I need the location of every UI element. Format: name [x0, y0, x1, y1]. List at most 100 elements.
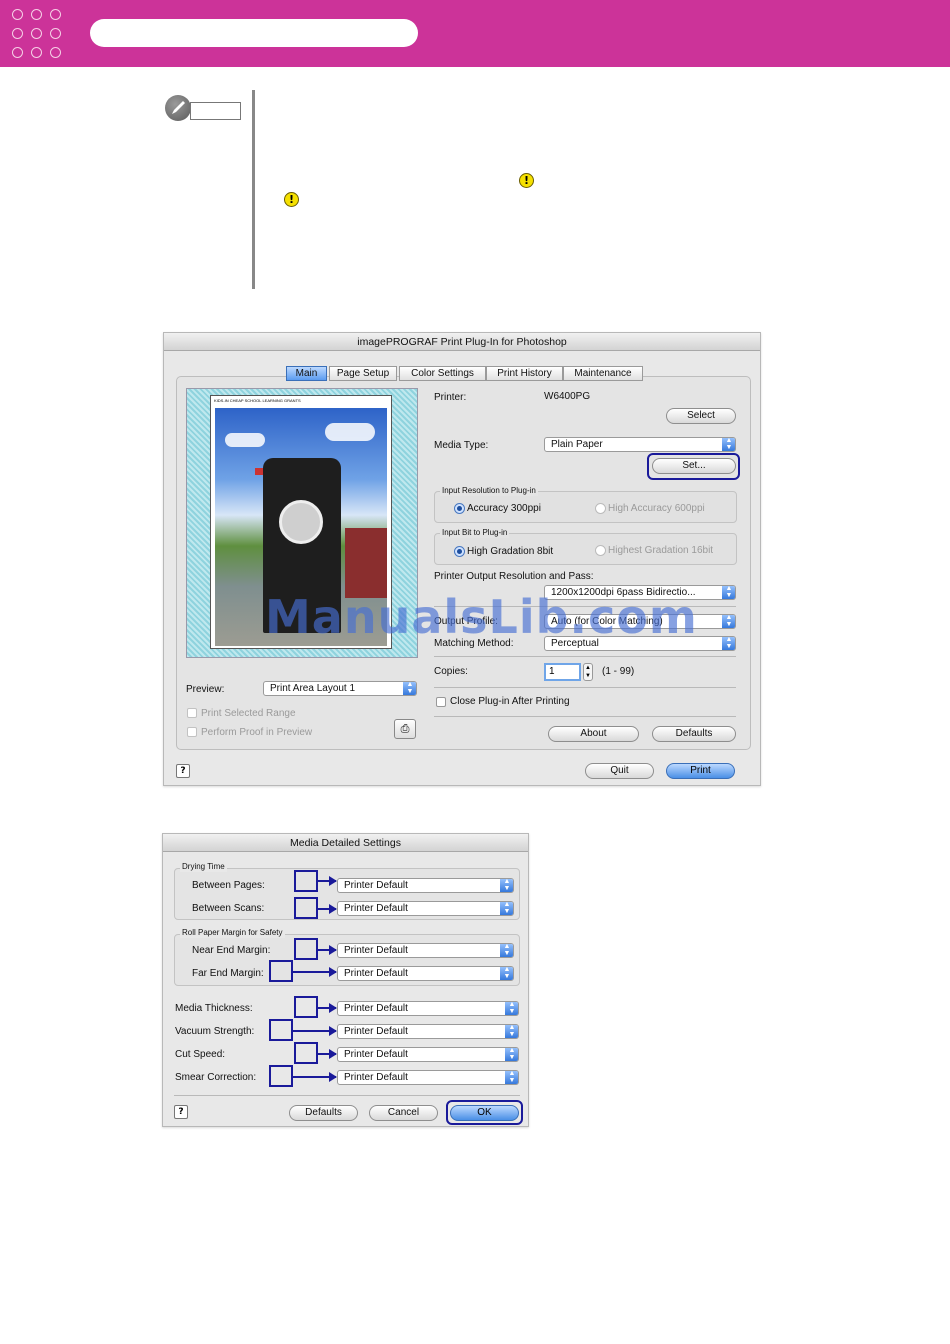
help-icon[interactable]: ?	[176, 764, 190, 778]
warning-icon: !	[519, 173, 534, 188]
media-thickness-value: Printer Default	[344, 1003, 408, 1014]
decor-circle-icon	[31, 9, 42, 20]
between-pages-label: Between Pages:	[192, 880, 265, 891]
callout-arrow-icon	[318, 904, 337, 914]
input-resolution-legend: Input Resolution to Plug-in	[440, 486, 538, 496]
decor-circle-icon	[31, 47, 42, 58]
updown-arrows-icon: ▲ ▼	[722, 586, 735, 599]
far-end-margin-label: Far End Margin:	[192, 968, 264, 979]
callout-arrow-icon	[293, 1072, 337, 1082]
separator	[434, 716, 736, 717]
callout-arrow-icon	[318, 1003, 337, 1013]
help-icon[interactable]: ?	[174, 1105, 188, 1119]
preview-select[interactable]: Print Area Layout 1 ▲ ▼	[263, 681, 417, 696]
note-rule	[252, 90, 255, 289]
tab-maintenance[interactable]: Maintenance	[563, 366, 643, 381]
drying-time-legend: Drying Time	[180, 862, 227, 872]
set-button-highlight	[647, 453, 740, 480]
decor-circle-icon	[50, 47, 61, 58]
print-selected-range-checkbox[interactable]	[187, 708, 197, 718]
pencil-note-icon	[165, 95, 191, 121]
accuracy-600-radio[interactable]	[595, 503, 606, 514]
print-button[interactable]: Print	[666, 763, 735, 779]
between-pages-value: Printer Default	[344, 880, 408, 891]
between-pages-select[interactable]: Printer Default ▲ ▼	[337, 878, 514, 893]
close-plugin-checkbox[interactable]	[436, 697, 446, 707]
updown-arrows-icon: ▲ ▼	[505, 1025, 518, 1038]
updown-arrows-icon: ▲ ▼	[505, 1071, 518, 1084]
vacuum-strength-value: Printer Default	[344, 1026, 408, 1037]
smear-correction-select[interactable]: Printer Default ▲ ▼	[337, 1070, 519, 1085]
callout-box	[294, 1042, 318, 1064]
between-scans-select[interactable]: Printer Default ▲ ▼	[337, 901, 514, 916]
tab-print-history[interactable]: Print History	[486, 366, 563, 381]
cancel-button[interactable]: Cancel	[369, 1105, 438, 1121]
print-selected-range-label: Print Selected Range	[201, 708, 296, 719]
vacuum-strength-select[interactable]: Printer Default ▲ ▼	[337, 1024, 519, 1039]
copies-stepper[interactable]: ▲ ▼	[583, 663, 593, 681]
header-title-pill	[90, 19, 418, 47]
decor-circle-icon	[31, 28, 42, 39]
decor-circle-icon	[12, 9, 23, 20]
callout-box	[294, 938, 318, 960]
ok-button-highlight	[446, 1100, 523, 1125]
proof-icon[interactable]: ⎙	[394, 719, 416, 739]
updown-arrows-icon: ▲ ▼	[500, 944, 513, 957]
output-resolution-label: Printer Output Resolution and Pass:	[434, 571, 594, 582]
print-plugin-dialog: imagePROGRAF Print Plug-In for Photoshop…	[163, 332, 761, 786]
tab-page-setup[interactable]: Page Setup	[329, 366, 397, 381]
callout-box	[269, 1019, 293, 1041]
far-end-margin-value: Printer Default	[344, 968, 408, 979]
gradation-16bit-radio[interactable]	[595, 545, 606, 556]
preview-value: Print Area Layout 1	[270, 683, 356, 694]
tab-main[interactable]: Main	[286, 366, 327, 381]
accuracy-600-label: High Accuracy 600ppi	[608, 503, 705, 514]
callout-arrow-icon	[318, 945, 337, 955]
note-tag	[190, 102, 241, 120]
near-end-margin-value: Printer Default	[344, 945, 408, 956]
callout-box	[294, 996, 318, 1018]
media-defaults-button[interactable]: Defaults	[289, 1105, 358, 1121]
warning-icon: !	[284, 192, 299, 207]
gradation-8bit-radio[interactable]	[454, 546, 465, 557]
vacuum-strength-label: Vacuum Strength:	[175, 1026, 255, 1037]
decor-circle-icon	[50, 28, 61, 39]
media-thickness-select[interactable]: Printer Default ▲ ▼	[337, 1001, 519, 1016]
tab-bar: Main Page Setup Color Settings Print His…	[286, 366, 646, 382]
cut-speed-value: Printer Default	[344, 1049, 408, 1060]
cut-speed-label: Cut Speed:	[175, 1049, 226, 1060]
about-button[interactable]: About	[548, 726, 639, 742]
gradation-8bit-label: High Gradation 8bit	[467, 546, 554, 557]
preview-caption: KIDS-IN CHEAP SCHOOL LEARNING GRANTS	[214, 398, 301, 403]
copies-input[interactable]: 1	[544, 663, 581, 681]
preview-label: Preview:	[186, 684, 225, 695]
updown-arrows-icon: ▲ ▼	[722, 438, 735, 451]
far-end-margin-select[interactable]: Printer Default ▲ ▼	[337, 966, 514, 981]
between-scans-label: Between Scans:	[192, 903, 265, 914]
near-end-margin-select[interactable]: Printer Default ▲ ▼	[337, 943, 514, 958]
tab-color-settings[interactable]: Color Settings	[399, 366, 486, 381]
cut-speed-select[interactable]: Printer Default ▲ ▼	[337, 1047, 519, 1062]
header-band	[0, 0, 950, 67]
media-type-select[interactable]: Plain Paper ▲ ▼	[544, 437, 736, 452]
gradation-16bit-label: Highest Gradation 16bit	[608, 545, 714, 556]
smear-correction-label: Smear Correction:	[175, 1072, 257, 1083]
accuracy-300-radio[interactable]	[454, 503, 465, 514]
updown-arrows-icon: ▲ ▼	[403, 682, 416, 695]
separator	[434, 656, 736, 657]
updown-arrows-icon: ▲ ▼	[505, 1002, 518, 1015]
watermark: ManualsLib.com	[265, 590, 698, 644]
perform-proof-checkbox[interactable]	[187, 727, 197, 737]
quit-button[interactable]: Quit	[585, 763, 654, 779]
printer-value: W6400PG	[544, 391, 591, 402]
updown-arrows-icon: ▲ ▼	[505, 1048, 518, 1061]
callout-arrow-icon	[293, 967, 337, 977]
callout-box	[269, 960, 293, 982]
select-button[interactable]: Select	[666, 408, 736, 424]
defaults-button[interactable]: Defaults	[652, 726, 736, 742]
close-plugin-label: Close Plug-in After Printing	[450, 696, 570, 707]
dialog-title: imagePROGRAF Print Plug-In for Photoshop	[164, 333, 760, 351]
between-scans-value: Printer Default	[344, 903, 408, 914]
updown-arrows-icon: ▲ ▼	[500, 967, 513, 980]
printer-label: Printer:	[434, 392, 467, 403]
